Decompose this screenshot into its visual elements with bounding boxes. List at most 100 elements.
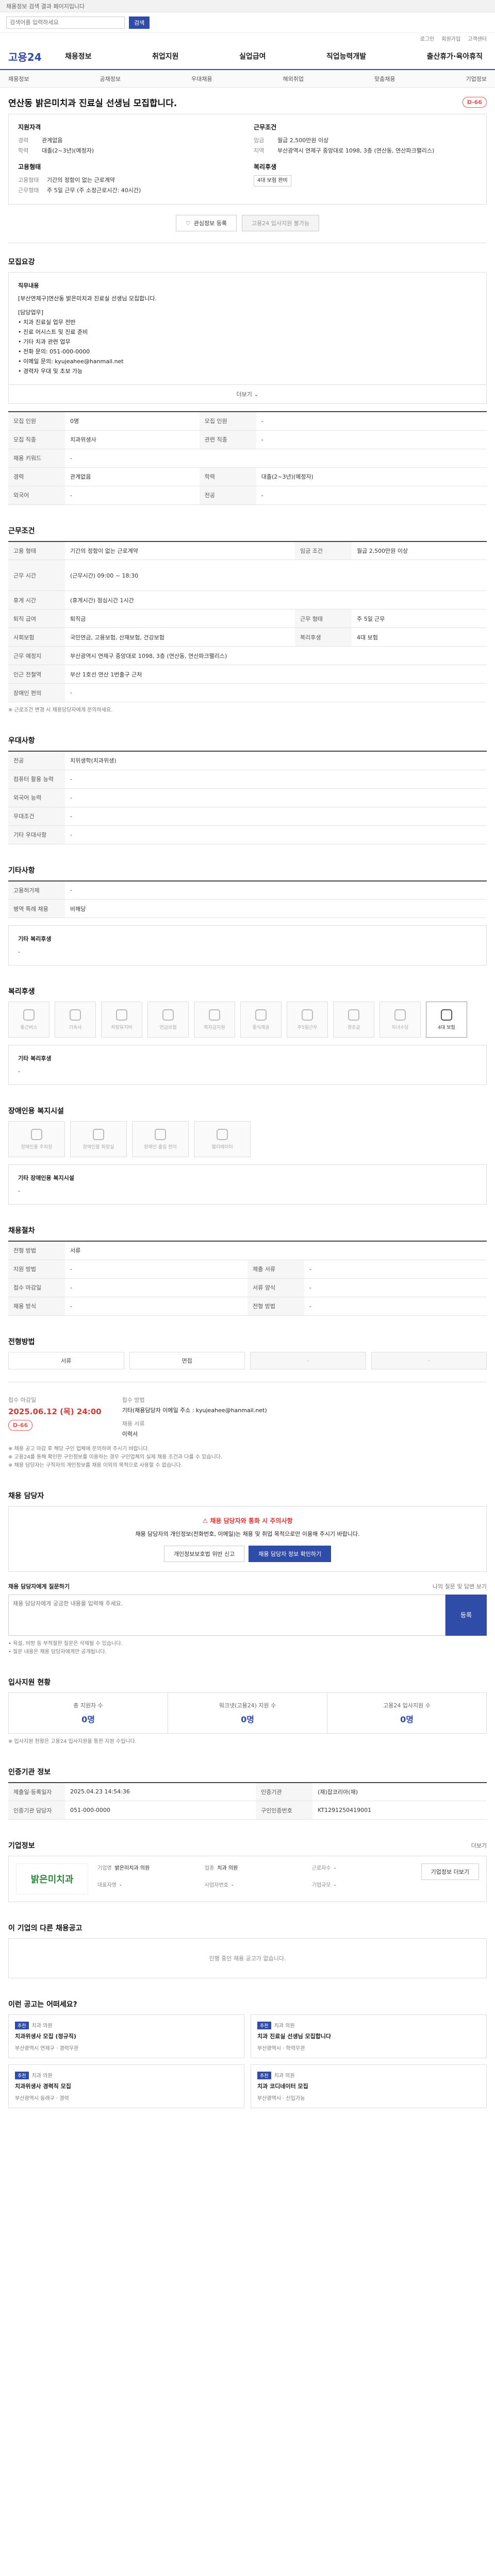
section-heading: 이 기업의 다른 채용공고	[8, 1924, 82, 1933]
welfare-card-active: 4대 보험	[426, 1002, 467, 1038]
qa-submit-button[interactable]: 등록	[446, 1594, 487, 1636]
other-section: 기타사항 고용허가제 - 병역 특례 채용 비해당 기타 복리후생 -	[8, 852, 487, 973]
report-button[interactable]: 개인정보보호법 위반 신고	[163, 1545, 245, 1562]
desc-line: [부산연제구]연산동 밝은미치과 진료실 선생님 모집합니다.	[18, 295, 157, 302]
recommend-card[interactable]: 추천 치과 의원 치과위생사 경력직 모집 부산광역시 동래구 · 경력	[8, 2064, 244, 2108]
car-icon	[116, 1009, 127, 1021]
site-logo[interactable]: 고용24	[8, 49, 65, 64]
process-section: 전형방법 서류 면접 - -	[8, 1323, 487, 1382]
dday-badge: D-66	[462, 97, 487, 108]
more-button[interactable]: 더보기 ⌄	[8, 385, 487, 404]
method-value: 기타(채용담당자 이메일 주소 : kyujeahee@hanmail.net)	[122, 1406, 267, 1414]
desc-line: • 이메일 문의: kyujeahee@hanmail.net	[18, 358, 124, 365]
summary-key: 지역	[254, 147, 265, 154]
summary-key: 경력	[18, 137, 29, 144]
conditions-section: 근무조건 고용 형태 기간의 정함이 없는 근로계약 임금 조건 월급 2,500만원…	[8, 512, 487, 722]
disability-card: 장애인용 주차장	[8, 1121, 65, 1157]
company-detail-button[interactable]: 기업정보 더보기	[421, 1863, 479, 1880]
table-row: 접수 마감일 - 서류 양식 -	[8, 1278, 487, 1297]
other-table: 고용허가제 - 병역 특례 채용 비해당	[8, 880, 487, 918]
table-row: 고용 형태 기간의 정함이 없는 근로계약 임금 조건 월급 2,500만원 이상	[8, 541, 487, 560]
documents-value: 이력서	[122, 1430, 138, 1437]
recruit-table: 모집 인원 0명 모집 인원 - 모집 직종 치과위생사 관련 직종 - 채용 키워드 - 경…	[8, 411, 487, 505]
section-heading: 근무조건	[8, 527, 35, 535]
subnav-item[interactable]: 채용정보	[8, 75, 29, 83]
stats-box: 총 지원자 수 0명 워크넷(고용24) 지원 수 0명 고용24 입사지원 수 0명	[8, 1692, 487, 1734]
company-info: 기업명 밝은미치과 의원 업종 치과 의원 근로자수 - 대표자명 - 사업자번호 - 기…	[97, 1866, 336, 1888]
box-title: 기타 장애인용 복지시설	[18, 1175, 74, 1181]
table-row: 기타 우대사항 -	[8, 825, 487, 844]
table-row: 전공 치위생학(치과위생)	[8, 751, 487, 770]
summary-heading: 지원자격	[18, 124, 41, 131]
conditions-table: 고용 형태 기간의 정함이 없는 근로계약 임금 조건 월급 2,500만원 이상 근…	[8, 540, 487, 702]
box-title: 기타 복리후생	[18, 1055, 52, 1062]
gnb-item-jobs[interactable]: 채용정보	[65, 51, 92, 61]
table-row: 고용허가제 -	[8, 880, 487, 900]
table-row: 채용 키워드 -	[8, 449, 487, 468]
box-value: -	[18, 948, 20, 955]
welfare-card: 차량유지비	[101, 1002, 142, 1038]
gnb-item-support[interactable]: 취업지원	[152, 51, 179, 61]
section-heading: 모집요강	[8, 258, 35, 266]
gnb-item-benefit[interactable]: 실업급여	[239, 51, 266, 61]
qa-history-link[interactable]: 나의 질문 및 답변 보기	[433, 1582, 487, 1590]
table-row: 장애인 편의 -	[8, 683, 487, 702]
section-heading: 기업정보	[8, 1842, 35, 1850]
search-input[interactable]	[6, 16, 125, 29]
box-value: -	[18, 1068, 20, 1075]
table-row: 모집 인원 0명 모집 인원 -	[8, 412, 487, 431]
summary-heading: 근무조건	[254, 124, 277, 131]
recommend-card[interactable]: 추천 치과 의원 치과 진료실 선생님 모집합니다 부산광역시 · 학력무관	[251, 2014, 487, 2058]
login-link[interactable]: 로그인	[420, 35, 435, 42]
elevator-icon	[217, 1128, 228, 1140]
summary-value: 주 5일 근무 (주 소정근로시간: 40시간)	[47, 187, 141, 194]
table-row: 근무 예정지 부산광역시 연제구 중앙대로 1098, 3층 (연산동, 연산파크…	[8, 646, 487, 665]
summary-key: 고용형태	[18, 177, 39, 183]
summary-heading: 복리후생	[254, 163, 277, 171]
scrap-button[interactable]: ♡ 관심정보 등록	[175, 215, 237, 231]
table-row: 경력 관계없음 학력 대졸(2~3년)(예정자)	[8, 467, 487, 486]
search-button[interactable]: 검색	[129, 16, 150, 29]
company-logo: 밝은미치과	[16, 1863, 88, 1894]
subnav-item[interactable]: 공채정보	[100, 75, 121, 83]
company-card: 밝은미치과 기업명 밝은미치과 의원 업종 치과 의원 근로자수 - 대표자명 - 사업…	[8, 1856, 487, 1902]
company-more-link[interactable]: 더보기	[471, 1841, 487, 1850]
job-summary: 지원자격 경력 관계없음 학력 대졸(2~3년)(예정자) 고용형태 고용형태 기간의…	[8, 114, 487, 205]
calendar-icon	[302, 1009, 313, 1021]
subnav-item[interactable]: 맞춤채용	[374, 75, 395, 83]
help-link[interactable]: 고객센터	[468, 35, 487, 42]
stat-item: 총 지원자 수 0명	[9, 1692, 168, 1733]
table-row: 제출일·등록일자 2025.04.23 14:54:36 인증기관 (재)잡코리아(재…	[8, 1782, 487, 1801]
contact-section: 채용 담당자 ⚠ 채용 담당자와 통화 시 주의사항 채용 담당자의 개인정보(…	[8, 1477, 487, 1664]
disability-section: 장애인용 복지시설 장애인용 주차장 장애인용 화장실 장애인 출입 편의 엘리…	[8, 1092, 487, 1212]
qa-label: 채용 담당자에게 질문하기	[8, 1583, 70, 1590]
welfare-card: 경조금	[333, 1002, 374, 1038]
stats-note: ※ 입사지원 현황은 고용24 입사지원을 통한 지원 수입니다.	[8, 1738, 137, 1744]
gnb-item-leave[interactable]: 출산휴가·육아휴직	[427, 51, 483, 61]
conditions-note: ※ 근로조건 변경 시 채용담당자에게 문의하세요.	[8, 707, 113, 713]
subnav-item[interactable]: 해외취업	[283, 75, 304, 83]
gnb-item-training[interactable]: 직업능력개발	[326, 51, 366, 61]
welfare-card: 학자금지원	[194, 1002, 235, 1038]
house-icon	[70, 1009, 81, 1021]
contact-info-button[interactable]: 채용 담당자 정보 확인하기	[249, 1545, 332, 1562]
subnav-item[interactable]: 기업정보	[466, 75, 487, 83]
summary-key: 임금	[254, 137, 265, 144]
apply-button[interactable]: 고용24 입사지원 불가능	[242, 215, 320, 231]
search-row: 검색	[0, 12, 495, 33]
subnav-item[interactable]: 우대채용	[191, 75, 212, 83]
util-links: 로그인 회원가입 고객센터	[0, 33, 495, 43]
stats-section: 입사지원 현황 총 지원자 수 0명 워크넷(고용24) 지원 수 0명 고용24 …	[8, 1664, 487, 1753]
summary-value: 기간의 정함이 없는 근로계약	[47, 177, 115, 183]
table-row: 인증기관 담당자 051-000-0000 구인인증번호 KT129125041900…	[8, 1801, 487, 1820]
recommend-card[interactable]: 추천 치과 의원 치과위생사 모집 (정규직) 부산광역시 연제구 · 경력무관	[8, 2014, 244, 2058]
table-row: 모집 직종 치과위생사 관련 직종 -	[8, 430, 487, 449]
qa-textarea[interactable]	[8, 1594, 446, 1636]
apply-section: 접수 마감일 2025.06.12 (목) 24:00 D-66 접수 방법 기…	[8, 1381, 487, 1477]
desc-line: [담당업무]	[18, 309, 44, 316]
disability-grid: 장애인용 주차장 장애인용 화장실 장애인 출입 편의 엘리베이터	[8, 1121, 487, 1157]
section-heading: 우대사항	[8, 737, 35, 745]
recommend-card[interactable]: 추천 치과 의원 치과 코디네이터 모집 부산광역시 · 신입가능	[251, 2064, 487, 2108]
signup-link[interactable]: 회원가입	[441, 35, 460, 42]
gift-icon	[348, 1009, 359, 1021]
